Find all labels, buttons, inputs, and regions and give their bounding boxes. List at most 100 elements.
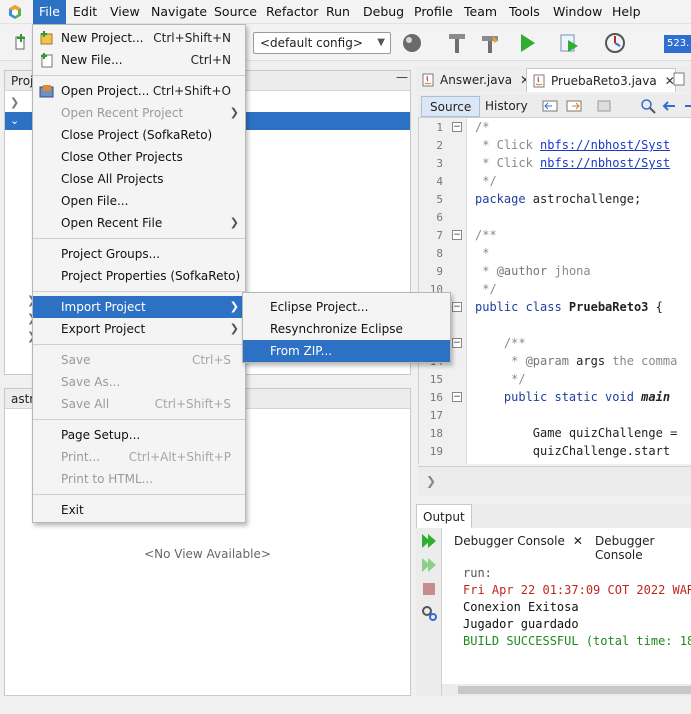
code-line: /**	[475, 228, 497, 242]
menu-item-close-other-projects[interactable]: Close Other Projects	[33, 146, 245, 168]
config-select[interactable]: <default config> ▼	[253, 32, 391, 54]
menu-item-open-recent-project[interactable]: Open Recent Project ❯	[33, 102, 245, 124]
menu-item-print[interactable]: Print... Ctrl+Alt+Shift+P	[33, 446, 245, 468]
menu-debug[interactable]: Debug	[357, 0, 410, 24]
menu-item-project-groups[interactable]: Project Groups...	[33, 243, 245, 265]
fold-toggle-icon[interactable]: −	[452, 302, 462, 312]
menu-edit[interactable]: Edit	[67, 0, 103, 24]
line-number: 19	[429, 445, 443, 458]
menu-item-project-properties[interactable]: Project Properties (SofkaReto)	[33, 265, 245, 287]
build-hammer-icon[interactable]	[445, 31, 469, 55]
tab-debugger-console-1[interactable]: Debugger Console ✕	[454, 534, 583, 548]
menu-item-save[interactable]: Save Ctrl+S	[33, 349, 245, 371]
chevron-right-icon: ❯	[229, 300, 239, 313]
settings-gear-icon[interactable]	[420, 604, 438, 622]
code-line: * Click nbfs://nbhost/Syst	[475, 138, 671, 152]
menu-item-page-setup[interactable]: Page Setup...	[33, 424, 245, 446]
code-line: *	[475, 246, 490, 260]
memory-usage-badge[interactable]: 523.	[664, 35, 691, 53]
menu-item-new-file[interactable]: New File... Ctrl+N	[33, 49, 245, 71]
projects-panel-title: Proj	[11, 74, 34, 88]
back-icon[interactable]	[542, 98, 558, 114]
java-file-icon[interactable]	[672, 72, 686, 86]
menu-item-eclipse-project[interactable]: Eclipse Project...	[243, 296, 450, 318]
find-icon[interactable]	[640, 98, 656, 114]
menu-profile[interactable]: Profile	[408, 0, 459, 24]
menu-item-open-recent-file[interactable]: Open Recent File ❯	[33, 212, 245, 234]
menu-item-resynchronize-eclipse[interactable]: Resynchronize Eclipse Projects	[243, 318, 450, 358]
close-icon[interactable]: ✕	[573, 534, 583, 548]
profile-icon[interactable]	[603, 31, 627, 55]
editor-horizontal-scrollbar[interactable]: ❯	[418, 466, 691, 496]
stop-icon[interactable]	[420, 580, 438, 598]
menu-refactor[interactable]: Refactor	[260, 0, 324, 24]
console-line: Fri Apr 22 01:37:09 COT 2022 WARN	[463, 583, 691, 597]
menu-item-open-file[interactable]: Open File...	[33, 190, 245, 212]
scrollbar-thumb[interactable]	[458, 686, 691, 694]
tab-pruebareto3-java[interactable]: PruebaReto3.java ✕	[526, 68, 676, 92]
set-project-icon[interactable]	[400, 31, 424, 55]
fold-toggle-icon[interactable]: −	[452, 392, 462, 402]
menu-item-export-project[interactable]: Export Project ❯	[33, 318, 245, 340]
menu-item-from-zip[interactable]: From ZIP...	[243, 340, 450, 362]
chevron-right-icon[interactable]: ❯	[10, 94, 19, 112]
menu-navigate[interactable]: Navigate	[145, 0, 213, 24]
chevron-right-icon: ❯	[229, 106, 239, 119]
menu-source[interactable]: Source	[208, 0, 263, 24]
line-number-gutter: 1 2 3 4 5 6 7 8 9 10 11 12 13 14 15 16 1…	[419, 118, 467, 464]
menu-item-new-project[interactable]: New Project... Ctrl+Shift+N	[33, 27, 245, 49]
code-line: Game quizChallenge =	[475, 426, 678, 440]
chevron-right-icon[interactable]: ❯	[426, 474, 436, 488]
minimize-editor-button[interactable]: —	[396, 70, 408, 84]
rerun-with-params-icon[interactable]	[420, 556, 438, 574]
tab-output[interactable]: Output	[416, 504, 472, 528]
menu-item-open-project[interactable]: Open Project... Ctrl+Shift+O	[33, 80, 245, 102]
line-number: 2	[436, 139, 443, 152]
menu-run[interactable]: Run	[320, 0, 356, 24]
code-link[interactable]: nbfs://nbhost/Syst	[540, 156, 670, 170]
menu-view[interactable]: View	[104, 0, 146, 24]
menu-team[interactable]: Team	[458, 0, 503, 24]
find-previous-icon[interactable]	[662, 98, 678, 114]
tab-source[interactable]: Source	[421, 96, 481, 117]
run-icon[interactable]	[515, 31, 539, 55]
code-line: */	[475, 372, 526, 386]
code-line: */	[475, 282, 497, 296]
clean-build-icon[interactable]	[478, 31, 502, 55]
menu-file[interactable]: File	[33, 0, 66, 24]
last-edit-icon[interactable]	[596, 98, 612, 114]
menu-help[interactable]: Help	[606, 0, 647, 24]
line-number: 17	[429, 409, 443, 422]
tab-history[interactable]: History	[477, 96, 536, 117]
menu-item-close-all-projects[interactable]: Close All Projects	[33, 168, 245, 190]
new-file-icon	[41, 53, 53, 68]
code-line: package astrochallenge;	[475, 192, 642, 206]
menu-item-close-project[interactable]: Close Project (SofkaReto)	[33, 124, 245, 146]
fold-toggle-icon[interactable]: −	[452, 338, 462, 348]
output-console[interactable]: Debugger Console ✕ Debugger Console run: …	[442, 528, 691, 696]
tab-answer-java[interactable]: Answer.java✕	[416, 68, 530, 92]
rerun-icon[interactable]	[420, 532, 438, 550]
output-horizontal-scrollbar[interactable]	[442, 684, 691, 696]
menu-tools[interactable]: Tools	[503, 0, 546, 24]
forward-icon[interactable]	[566, 98, 582, 114]
output-side-toolbar	[416, 528, 442, 696]
tab-debugger-console-2[interactable]: Debugger Console	[595, 534, 691, 562]
find-next-icon[interactable]	[682, 98, 691, 114]
fold-toggle-icon[interactable]: −	[452, 230, 462, 240]
menu-window[interactable]: Window	[547, 0, 608, 24]
menu-item-save-as[interactable]: Save As...	[33, 371, 245, 393]
menu-item-save-all[interactable]: Save All Ctrl+Shift+S	[33, 393, 245, 415]
fold-toggle-icon[interactable]: −	[452, 122, 462, 132]
menu-item-exit[interactable]: Exit	[33, 499, 245, 521]
netbeans-logo-icon	[9, 5, 21, 19]
menu-item-import-project[interactable]: Import Project ❯	[33, 296, 245, 318]
chevron-down-icon[interactable]: ⌄	[10, 112, 19, 130]
debug-icon[interactable]	[557, 31, 581, 55]
menu-separator	[33, 238, 245, 239]
line-number: 8	[436, 247, 443, 260]
code-editor[interactable]: 1 2 3 4 5 6 7 8 9 10 11 12 13 14 15 16 1…	[418, 118, 691, 464]
menu-item-print-to-html[interactable]: Print to HTML...	[33, 468, 245, 490]
java-file-icon	[533, 74, 545, 88]
code-link[interactable]: nbfs://nbhost/Syst	[540, 138, 670, 152]
